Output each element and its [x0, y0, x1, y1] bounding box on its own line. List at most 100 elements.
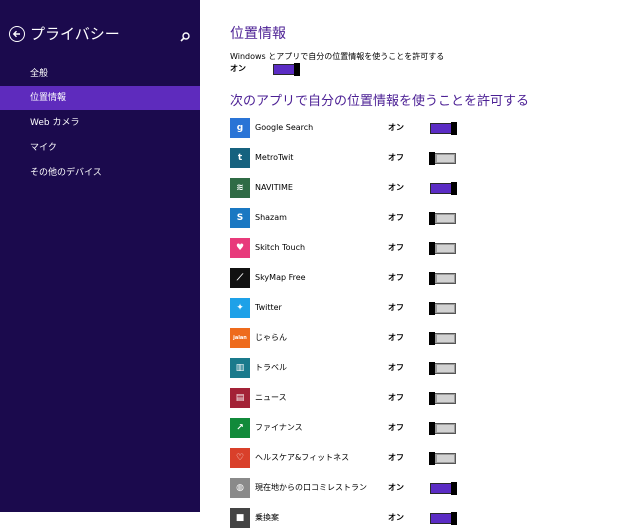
sidebar-header: プライバシー — [0, 24, 200, 48]
toggle-thumb — [429, 242, 435, 255]
app-name: 現在地からの口コミレストラン — [255, 483, 367, 492]
toggle-thumb — [429, 302, 435, 315]
shazam-icon: S — [230, 208, 250, 228]
app-name: MetroTwit — [255, 153, 294, 162]
jalan-icon: jalan — [230, 328, 250, 348]
app-state-label: オフ — [388, 423, 404, 432]
section-title: 位置情報 — [230, 26, 286, 42]
app-row: ♥ Skitch Touch オフ — [200, 238, 640, 260]
sidebar-item[interactable]: マイク — [0, 136, 200, 160]
news-icon: ▤ — [230, 388, 250, 408]
app-name: じゃらん — [255, 333, 287, 342]
app-location-toggle[interactable] — [430, 122, 457, 135]
app-state-label: オフ — [388, 363, 404, 372]
skitch-touch-icon: ♥ — [230, 238, 250, 258]
app-state-label: オフ — [388, 243, 404, 252]
toggle-thumb — [429, 422, 435, 435]
sidebar-item[interactable]: 全般 — [0, 62, 200, 86]
back-button[interactable] — [9, 26, 25, 42]
app-state-label: オフ — [388, 303, 404, 312]
apps-section-title: 次のアプリで自分の位置情報を使うことを許可する — [230, 94, 530, 109]
app-state-label: オン — [388, 183, 404, 192]
toggle-thumb — [294, 63, 300, 76]
toggle-thumb — [451, 482, 457, 495]
app-state-label: オフ — [388, 393, 404, 402]
sidebar-item[interactable]: その他のデバイス — [0, 161, 200, 185]
app-location-toggle[interactable] — [429, 212, 456, 225]
app-location-toggle[interactable] — [429, 362, 456, 375]
toggle-thumb — [429, 332, 435, 345]
app-location-toggle[interactable] — [429, 332, 456, 345]
app-row: S Shazam オフ — [200, 208, 640, 230]
back-arrow-icon — [12, 30, 20, 38]
master-location-label: Windows とアプリで自分の位置情報を使うことを許可する — [230, 52, 445, 61]
toggle-thumb — [451, 512, 457, 525]
app-location-toggle[interactable] — [429, 152, 456, 165]
app-row: g Google Search オン — [200, 118, 640, 140]
toggle-thumb — [429, 362, 435, 375]
skymap-free-icon: ⟋ — [230, 268, 250, 288]
metrotwit-icon: t — [230, 148, 250, 168]
app-state-label: オン — [388, 483, 404, 492]
app-location-toggle[interactable] — [429, 242, 456, 255]
google-search-icon: g — [230, 118, 250, 138]
app-state-label: オン — [388, 513, 404, 522]
app-location-toggle[interactable] — [429, 302, 456, 315]
app-state-label: オン — [388, 123, 404, 132]
toggle-thumb — [451, 182, 457, 195]
master-location-state: オン — [230, 64, 246, 73]
restaurant-reviews-icon: ◍ — [230, 478, 250, 498]
app-row: ⟋ SkyMap Free オフ — [200, 268, 640, 290]
health-fitness-icon: ♡ — [230, 448, 250, 468]
search-icon — [180, 32, 190, 42]
app-name: Shazam — [255, 213, 287, 222]
app-row: t MetroTwit オフ — [200, 148, 640, 170]
app-row: ✦ Twitter オフ — [200, 298, 640, 320]
app-name: Twitter — [255, 303, 282, 312]
sidebar-item[interactable]: 位置情報 — [0, 86, 200, 110]
twitter-icon: ✦ — [230, 298, 250, 318]
app-name: ヘルスケア&フィットネス — [255, 453, 350, 462]
toggle-thumb — [451, 122, 457, 135]
app-state-label: オフ — [388, 453, 404, 462]
app-row: ■ 乗換案 オン — [200, 508, 640, 530]
location-settings-panel: 位置情報 Windows とアプリで自分の位置情報を使うことを許可する オン 次… — [200, 0, 640, 528]
app-row: ≋ NAVITIME オン — [200, 178, 640, 200]
app-name: Google Search — [255, 123, 314, 132]
app-location-toggle[interactable] — [430, 182, 457, 195]
app-name: NAVITIME — [255, 183, 293, 192]
toggle-thumb — [429, 152, 435, 165]
app-state-label: オフ — [388, 213, 404, 222]
app-location-toggle[interactable] — [429, 422, 456, 435]
transit-icon: ■ — [230, 508, 250, 528]
app-location-toggle[interactable] — [429, 272, 456, 285]
app-row: jalan じゃらん オフ — [200, 328, 640, 350]
app-name: Skitch Touch — [255, 243, 306, 252]
toggle-thumb — [429, 392, 435, 405]
search-button[interactable] — [179, 28, 191, 42]
sidebar: プライバシー 全般 位置情報 Web カメラ マイク その他のデバイス — [0, 0, 200, 512]
app-name: ニュース — [255, 393, 287, 402]
app-location-toggle[interactable] — [429, 392, 456, 405]
finance-icon: ↗ — [230, 418, 250, 438]
sidebar-item[interactable]: Web カメラ — [0, 111, 200, 135]
app-name: SkyMap Free — [255, 273, 306, 282]
app-row: ♡ ヘルスケア&フィットネス オフ — [200, 448, 640, 470]
toggle-thumb — [429, 272, 435, 285]
app-row: ◍ 現在地からの口コミレストラン オン — [200, 478, 640, 500]
app-row: ↗ ファイナンス オフ — [200, 418, 640, 440]
app-location-toggle[interactable] — [430, 482, 457, 495]
toggle-thumb — [429, 452, 435, 465]
app-row: ▤ ニュース オフ — [200, 388, 640, 410]
page-title: プライバシー — [30, 25, 120, 43]
app-location-toggle[interactable] — [430, 512, 457, 525]
app-name: ファイナンス — [255, 423, 303, 432]
app-state-label: オフ — [388, 273, 404, 282]
app-row: ▥ トラベル オフ — [200, 358, 640, 380]
app-state-label: オフ — [388, 333, 404, 342]
master-location-toggle[interactable] — [273, 63, 300, 76]
travel-icon: ▥ — [230, 358, 250, 378]
app-name: トラベル — [255, 363, 287, 372]
app-state-label: オフ — [388, 153, 404, 162]
app-location-toggle[interactable] — [429, 452, 456, 465]
